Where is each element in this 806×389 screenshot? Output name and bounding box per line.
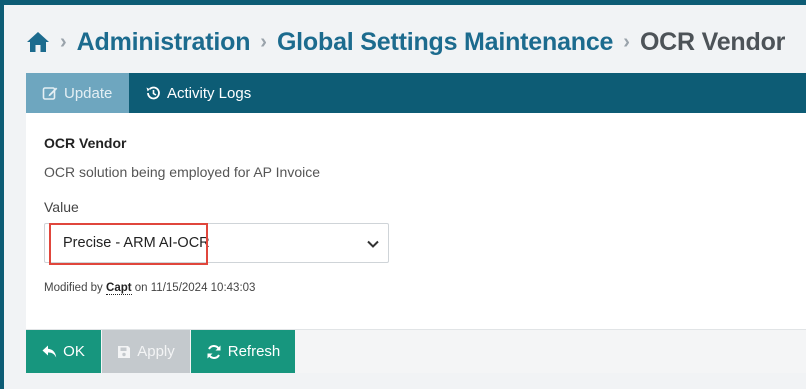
- home-icon[interactable]: [26, 31, 50, 53]
- breadcrumb-separator: ›: [623, 30, 630, 53]
- reply-icon: [42, 345, 57, 358]
- tab-update-label: Update: [64, 84, 113, 102]
- value-select[interactable]: Precise - ARM AI-OCR: [44, 223, 389, 265]
- left-accent-bar: [0, 0, 4, 389]
- field-title: OCR Vendor: [44, 135, 127, 151]
- top-accent-bar: [0, 0, 806, 5]
- tab-update[interactable]: Update: [26, 73, 129, 113]
- apply-button[interactable]: Apply: [102, 330, 190, 373]
- save-icon: [117, 345, 131, 359]
- ok-label: OK: [63, 343, 85, 360]
- tab-activity-logs-label: Activity Logs: [167, 84, 252, 102]
- breadcrumb-separator: ›: [60, 30, 67, 53]
- apply-label: Apply: [137, 343, 175, 360]
- modified-suffix: on 11/15/2024 10:43:03: [134, 282, 256, 294]
- field-content: OCR Vendor OCR solution being employed f…: [26, 113, 806, 329]
- field-description: OCR solution being employed for AP Invoi…: [44, 164, 321, 180]
- modified-prefix: Modified by: [44, 282, 103, 294]
- refresh-icon: [206, 344, 222, 360]
- refresh-button[interactable]: Refresh: [191, 330, 295, 373]
- history-icon: [145, 85, 161, 101]
- action-bar: OK Apply Refresh: [26, 329, 806, 373]
- page-title: OCR Vendor: [639, 27, 786, 56]
- tab-activity-logs[interactable]: Activity Logs: [129, 73, 267, 113]
- breadcrumb: › Administration › Global Settings Maint…: [26, 24, 785, 60]
- settings-panel: Update Activity Logs OCR Vendor OCR solu…: [26, 73, 806, 373]
- modified-info: Modified by Capt on 11/15/2024 10:43:03: [44, 282, 788, 295]
- chevron-down-icon: [366, 237, 380, 256]
- select-value: Precise - ARM AI-OCR: [63, 235, 210, 251]
- refresh-label: Refresh: [227, 343, 281, 360]
- tab-bar: Update Activity Logs: [26, 73, 806, 113]
- breadcrumb-global-settings[interactable]: Global Settings Maintenance: [277, 28, 614, 57]
- edit-icon: [42, 85, 58, 101]
- modified-user[interactable]: Capt: [106, 282, 132, 295]
- ok-button[interactable]: OK: [26, 330, 101, 373]
- breadcrumb-administration[interactable]: Administration: [77, 28, 251, 57]
- breadcrumb-separator: ›: [260, 30, 267, 53]
- value-label: Value: [44, 199, 79, 215]
